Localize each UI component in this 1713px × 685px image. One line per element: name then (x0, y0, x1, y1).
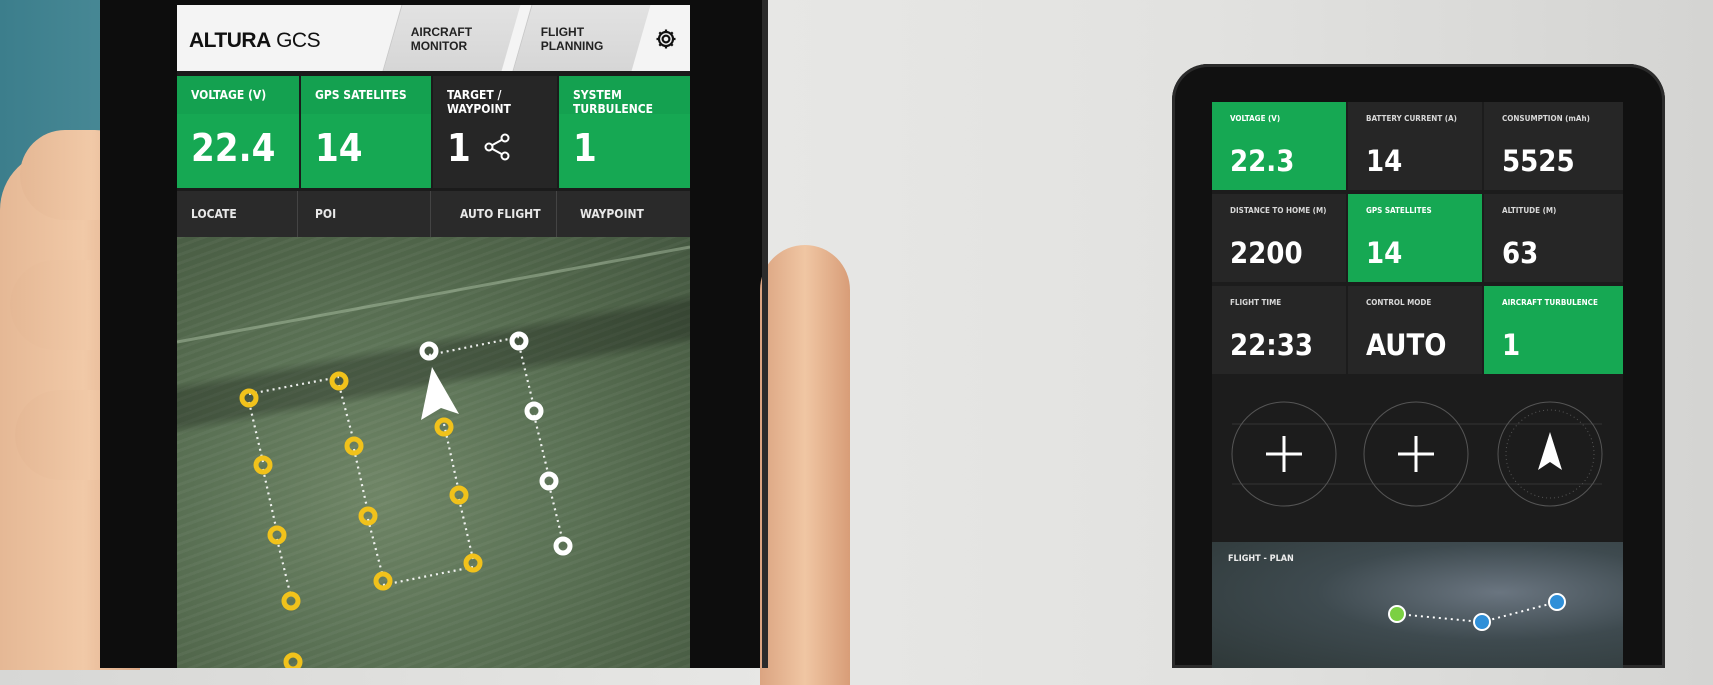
crosshair-icon (1398, 436, 1434, 472)
phone-stat-battery-current: BATTERY CURRENT (A) 14 (1348, 102, 1482, 190)
phone-stat-gps-satellites: GPS SATELLITES 14 (1348, 194, 1482, 282)
waypoint-marker (329, 371, 349, 391)
auto-flight-button[interactable]: AUTO FLIGHT (432, 191, 557, 237)
stat-label: CONSUMPTION (mAh) (1502, 114, 1590, 123)
waypoint-marker (253, 455, 273, 475)
stat-label: DISTANCE TO HOME (M) (1230, 206, 1327, 215)
waypoint-marker (509, 331, 529, 351)
stat-system-turbulence: SYSTEM TURBULENCE 1 (559, 76, 690, 188)
phone-stat-distance-home: DISTANCE TO HOME (M) 2200 (1212, 194, 1346, 282)
stat-gps-satellites: GPS SATELITES 14 (301, 76, 431, 188)
hand-thumb (760, 245, 850, 685)
locate-button[interactable]: LOCATE (177, 191, 298, 237)
tab-label: AIRCRAFT MONITOR (410, 25, 473, 53)
waypoint-marker (239, 388, 259, 408)
waypoint-marker (449, 485, 469, 505)
waypoint-marker (524, 401, 544, 421)
app-logo: ALTURA GCS (189, 29, 321, 52)
stat-voltage: VOLTAGE (V) 22.4 (177, 76, 299, 188)
stat-label: GPS SATELLITES (1366, 206, 1432, 215)
phone-screen: VOLTAGE (V) 22.3 BATTERY CURRENT (A) 14 … (1212, 102, 1623, 668)
stat-label: AIRCRAFT TURBULENCE (1502, 298, 1598, 307)
phone-stat-control-mode: CONTROL MODE AUTO (1348, 286, 1482, 374)
flight-plan-map[interactable]: FLIGHT - PLAN (1212, 542, 1623, 668)
tab-label: FLIGHT PLANNING (540, 25, 604, 53)
stat-value: 22:33 (1230, 328, 1314, 362)
compass-icon (1538, 432, 1562, 470)
stat-value: 1 (447, 126, 471, 170)
waypoint-marker (373, 571, 393, 591)
flight-plan-route (1388, 593, 1566, 631)
stat-value: 14 (1366, 236, 1403, 270)
phone-stat-voltage: VOLTAGE (V) 22.3 (1212, 102, 1346, 190)
phone-stat-flight-time: FLIGHT TIME 22:33 (1212, 286, 1346, 374)
waypoint-marker (419, 341, 439, 361)
stat-value: 1 (573, 126, 597, 170)
map-pin-icon (1388, 605, 1406, 623)
stat-value: 1 (1502, 328, 1521, 362)
stat-value: 22.4 (191, 126, 276, 170)
tab-flight-planning[interactable]: FLIGHT PLANNING (512, 5, 651, 71)
waypoint-overlay (177, 245, 690, 668)
stat-value: 14 (315, 126, 363, 170)
aircraft-arrow-icon (421, 367, 459, 420)
share-icon[interactable] (481, 131, 513, 163)
stat-label: FLIGHT TIME (1230, 298, 1282, 307)
stat-label: GPS SATELITES (315, 88, 407, 102)
aerial-map[interactable] (177, 237, 690, 668)
waypoint-marker (281, 591, 301, 611)
waypoint-marker (283, 652, 303, 668)
waypoint-marker (539, 471, 559, 491)
waypoint-marker (553, 536, 573, 556)
action-bar: LOCATE POI AUTO FLIGHT WAYPOINT (177, 191, 690, 237)
stat-label: ALTITUDE (M) (1502, 206, 1557, 215)
waypoint-marker (267, 525, 287, 545)
stat-label: SYSTEM TURBULENCE (573, 88, 654, 116)
settings-gear-icon[interactable] (654, 27, 678, 51)
stat-value: 2200 (1230, 236, 1303, 270)
phone-stat-consumption: CONSUMPTION (mAh) 5525 (1484, 102, 1623, 190)
waypoint-marker (344, 436, 364, 456)
tab-aircraft-monitor[interactable]: AIRCRAFT MONITOR (382, 5, 521, 71)
stat-value: 5525 (1502, 144, 1575, 178)
stat-target-waypoint[interactable]: TARGET / WAYPOINT 1 (433, 76, 557, 188)
stat-value: 22.3 (1230, 144, 1295, 178)
phone-stat-altitude: ALTITUDE (M) 63 (1484, 194, 1623, 282)
stat-label: CONTROL MODE (1366, 298, 1432, 307)
stat-value: AUTO (1366, 328, 1447, 362)
instrument-panel (1231, 401, 1603, 507)
stat-label: TARGET / WAYPOINT (447, 88, 511, 116)
waypoint-marker (434, 417, 454, 437)
waypoint-marker (463, 553, 483, 573)
map-pin-icon (1473, 613, 1491, 631)
stat-value: 63 (1502, 236, 1539, 270)
tablet-screen: ALTURA GCS AIRCRAFT MONITOR FLIGHT PLANN… (177, 5, 690, 668)
crosshair-icon (1266, 436, 1302, 472)
stat-value: 14 (1366, 144, 1403, 178)
app-header: ALTURA GCS AIRCRAFT MONITOR FLIGHT PLANN… (177, 5, 690, 71)
stat-label: VOLTAGE (V) (1230, 114, 1281, 123)
tablet-rim (762, 0, 768, 668)
phone-stat-aircraft-turbulence: AIRCRAFT TURBULENCE 1 (1484, 286, 1623, 374)
map-pin-icon (1548, 593, 1566, 611)
waypoint-marker (358, 506, 378, 526)
stat-label: BATTERY CURRENT (A) (1366, 114, 1457, 123)
stat-label: VOLTAGE (V) (191, 88, 267, 102)
waypoint-button[interactable]: WAYPOINT (558, 191, 690, 237)
poi-button[interactable]: POI (299, 191, 431, 237)
